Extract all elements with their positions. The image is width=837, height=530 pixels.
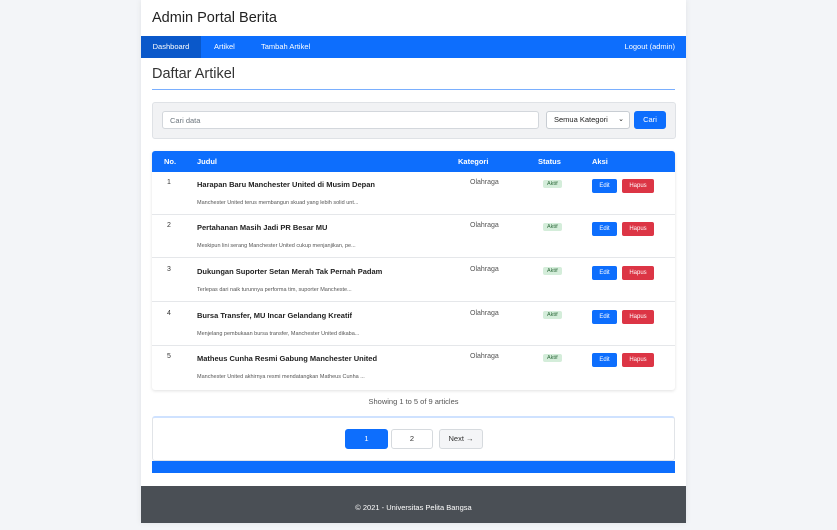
nav-logout[interactable]: Logout (admin)	[625, 36, 675, 58]
edit-button[interactable]: Edit	[592, 266, 617, 280]
status-badge: Aktif	[543, 311, 562, 319]
row-title: Matheus Cunha Resmi Gabung Manchester Un…	[197, 354, 378, 363]
table-row: 3 Dukungan Suporter Setan Merah Tak Pern…	[152, 259, 675, 302]
delete-button[interactable]: Hapus	[622, 353, 654, 367]
delete-button[interactable]: Hapus	[622, 266, 654, 280]
search-input[interactable]: Cari data	[162, 111, 539, 129]
edit-button[interactable]: Edit	[592, 222, 617, 236]
table-row: 2 Pertahanan Masih Jadi PR Besar MU Mesk…	[152, 215, 675, 258]
col-no: No.	[164, 157, 177, 166]
row-category: Olahraga	[470, 310, 499, 317]
status-badge: Aktif	[543, 180, 562, 188]
page-2-button[interactable]: 2	[391, 429, 433, 449]
row-no: 3	[167, 266, 171, 273]
delete-button[interactable]: Hapus	[622, 179, 654, 193]
row-no: 5	[167, 353, 171, 360]
page-title: Daftar Artikel	[152, 66, 235, 82]
row-title: Bursa Transfer, MU Incar Gelandang Kreat…	[197, 311, 353, 320]
table-row: 5 Matheus Cunha Resmi Gabung Manchester …	[152, 346, 675, 389]
footer-text: © 2021 - Universitas Pelita Bangsa	[355, 503, 472, 512]
delete-button[interactable]: Hapus	[622, 222, 654, 236]
footer: © 2021 - Universitas Pelita Bangsa	[141, 486, 686, 523]
row-excerpt: Meskipun lini serang Manchester United c…	[197, 243, 356, 249]
col-status: Status	[538, 157, 561, 166]
status-badge: Aktif	[543, 354, 562, 362]
status-badge: Aktif	[543, 223, 562, 231]
row-category: Olahraga	[470, 353, 499, 360]
table-header: No. Judul Kategori Status Aksi	[152, 151, 675, 172]
delete-button[interactable]: Hapus	[622, 310, 654, 324]
edit-button[interactable]: Edit	[592, 310, 617, 324]
search-panel: Cari data Semua Kategori ⌄ Cari	[152, 102, 676, 139]
nav-tambah-artikel[interactable]: Tambah Artikel	[261, 36, 310, 58]
row-title: Harapan Baru Manchester United di Musim …	[197, 180, 375, 189]
category-select[interactable]: Semua Kategori ⌄	[546, 111, 630, 129]
navbar: Dashboard Artikel Tambah Artikel Logout …	[141, 36, 686, 58]
row-excerpt: Manchester United terus membangun skuad …	[197, 200, 359, 206]
col-kategori: Kategori	[458, 157, 489, 166]
chevron-down-icon: ⌄	[618, 116, 624, 123]
row-title: Pertahanan Masih Jadi PR Besar MU	[197, 223, 328, 232]
search-button[interactable]: Cari	[634, 111, 666, 129]
edit-button[interactable]: Edit	[592, 179, 617, 193]
col-aksi: Aksi	[592, 157, 608, 166]
row-category: Olahraga	[470, 266, 499, 273]
results-summary: Showing 1 to 5 of 9 articles	[368, 397, 459, 406]
title-divider	[152, 89, 675, 90]
row-category: Olahraga	[470, 222, 499, 229]
nav-dashboard[interactable]: Dashboard	[141, 36, 201, 58]
row-no: 1	[167, 179, 171, 186]
row-category: Olahraga	[470, 179, 499, 186]
row-excerpt: Terlepas dari naik turunnya performa tim…	[197, 287, 352, 293]
articles-table: No. Judul Kategori Status Aksi 1 Harapan…	[152, 151, 675, 390]
row-excerpt: Manchester United akhirnya resmi mendata…	[197, 374, 365, 380]
next-page-button[interactable]: Next →	[439, 429, 483, 449]
row-title: Dukungan Suporter Setan Merah Tak Pernah…	[197, 267, 383, 276]
row-no: 2	[167, 222, 171, 229]
page-container: Admin Portal Berita Dashboard Artikel Ta…	[141, 0, 686, 523]
row-excerpt: Menjelang pembukaan bursa transfer, Manc…	[197, 331, 360, 337]
page-1-button[interactable]: 1	[345, 429, 388, 449]
row-no: 4	[167, 310, 171, 317]
edit-button[interactable]: Edit	[592, 353, 617, 367]
pagination-bar	[152, 461, 675, 473]
col-judul: Judul	[197, 157, 217, 166]
table-row: 1 Harapan Baru Manchester United di Musi…	[152, 172, 675, 215]
table-row: 4 Bursa Transfer, MU Incar Gelandang Kre…	[152, 303, 675, 346]
status-badge: Aktif	[543, 267, 562, 275]
category-select-value: Semua Kategori	[554, 115, 608, 124]
nav-artikel[interactable]: Artikel	[214, 36, 235, 58]
app-title: Admin Portal Berita	[152, 10, 277, 26]
